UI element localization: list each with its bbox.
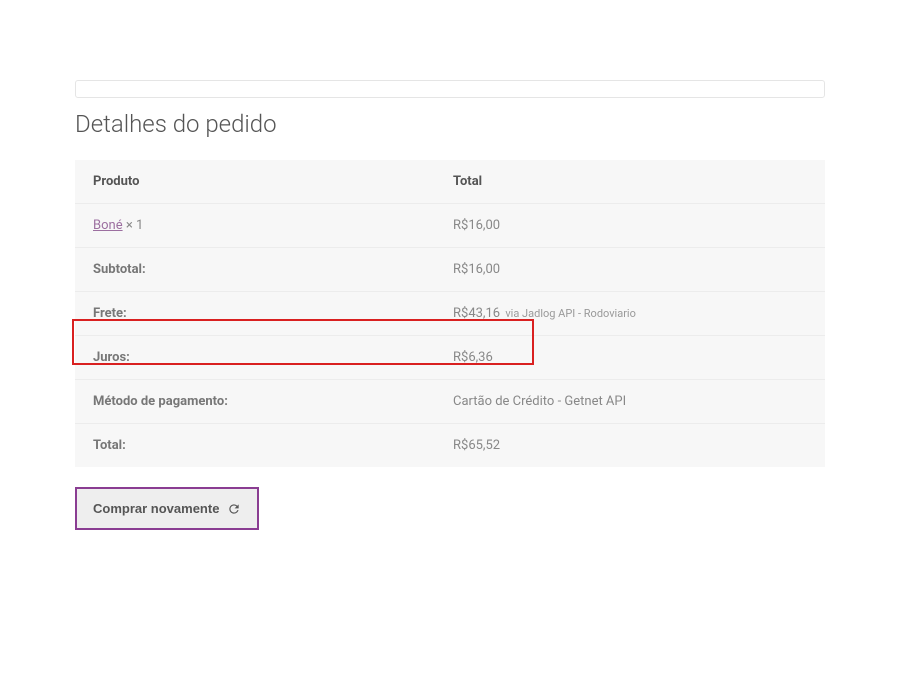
frete-label: Frete: [75,292,435,336]
subtotal-label: Subtotal: [75,248,435,292]
frete-value-cell: R$43,16 via Jadlog API - Rodoviario [435,292,825,336]
table-row-subtotal: Subtotal: R$16,00 [75,248,825,292]
table-row-product: Boné × 1 R$16,00 [75,204,825,248]
table-row-juros: Juros: R$6,36 [75,336,825,380]
frete-note: via Jadlog API - Rodoviario [505,307,636,320]
section-title: Detalhes do pedido [75,110,825,138]
total-value: R$65,52 [435,424,825,468]
product-price: R$16,00 [435,204,825,248]
product-qty: × 1 [126,218,143,233]
refresh-icon [227,502,241,516]
total-label: Total: [75,424,435,468]
table-row-metodo: Método de pagamento: Cartão de Crédito -… [75,380,825,424]
reorder-button-label: Comprar novamente [93,501,219,516]
juros-value: R$6,36 [435,336,825,380]
header-total: Total [435,160,825,204]
metodo-value: Cartão de Crédito - Getnet API [435,380,825,424]
header-product: Produto [75,160,435,204]
reorder-button[interactable]: Comprar novamente [75,487,259,530]
table-row-frete: Frete: R$43,16 via Jadlog API - Rodoviar… [75,292,825,336]
metodo-label: Método de pagamento: [75,380,435,424]
juros-label: Juros: [75,336,435,380]
frete-value: R$43,16 [453,306,500,321]
empty-input-box [75,80,825,98]
subtotal-value: R$16,00 [435,248,825,292]
product-link[interactable]: Boné [93,218,123,233]
table-row-total: Total: R$65,52 [75,424,825,468]
order-details-table: Produto Total Boné × 1 R$16,00 Subtotal:… [75,160,825,467]
